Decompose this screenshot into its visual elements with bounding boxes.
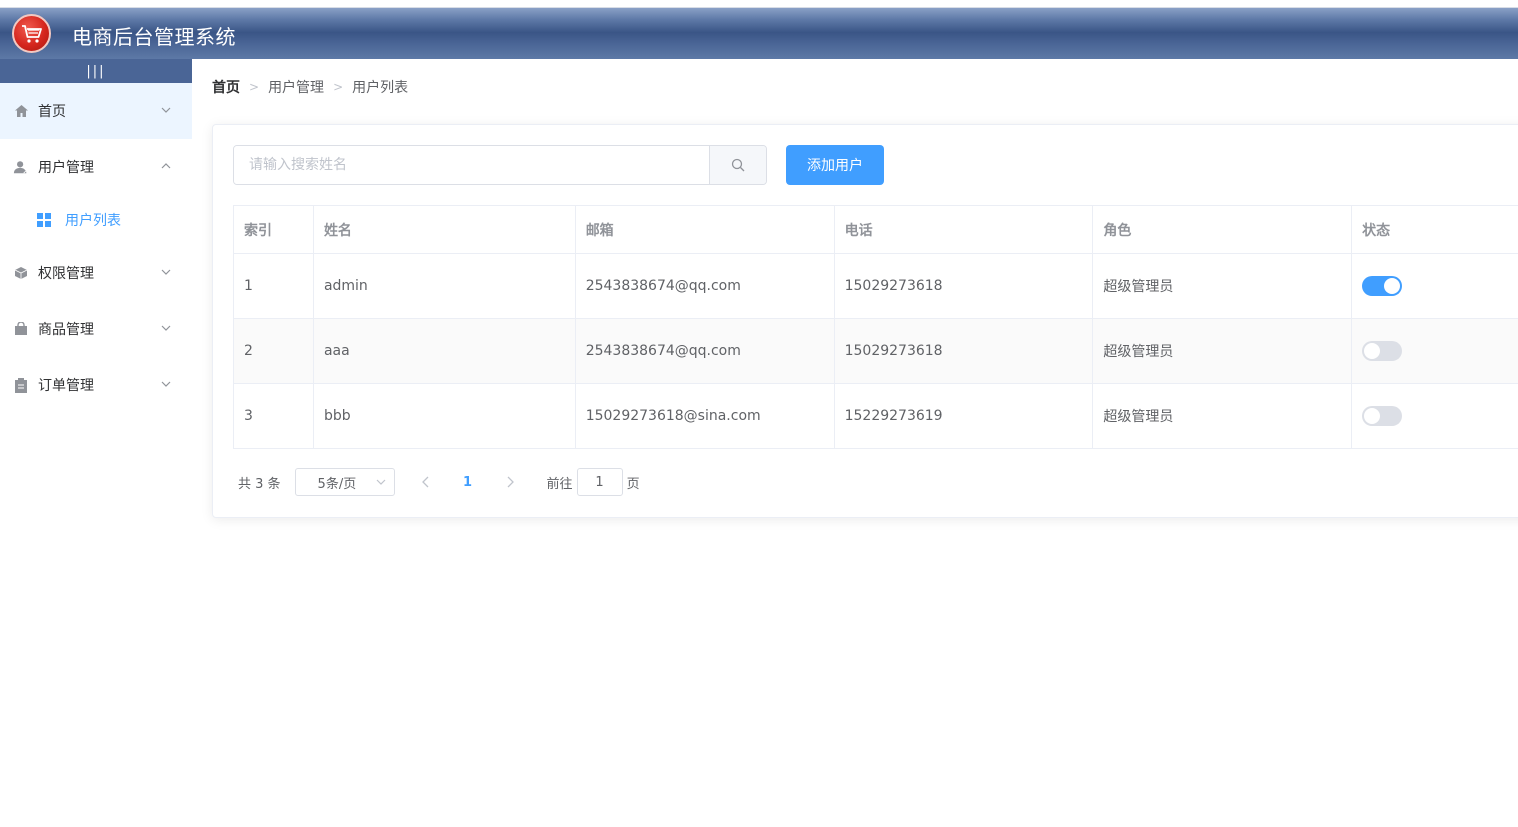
status-switch[interactable] xyxy=(1362,341,1403,361)
chevron-down-icon xyxy=(161,325,171,331)
chevron-right-icon: > xyxy=(249,80,260,94)
cell-email: 15029273618@sina.com xyxy=(574,383,835,449)
box-icon xyxy=(13,265,29,281)
table-row: 2 aaa 2543838674@qq.com 15029273618 超级管理… xyxy=(233,318,1518,384)
column-header-name: 姓名 xyxy=(312,205,576,254)
sidebar-item-permissions[interactable]: 权限管理 xyxy=(0,245,192,301)
add-user-button[interactable]: 添加用户 xyxy=(786,145,884,185)
page-number-current[interactable]: 1 xyxy=(453,475,483,490)
status-switch[interactable] xyxy=(1362,406,1403,426)
cell-index: 1 xyxy=(233,253,314,319)
sidebar-item-label: 用户管理 xyxy=(38,160,94,176)
sidebar-item-products[interactable]: 商品管理 xyxy=(0,301,192,357)
switch-knob xyxy=(1384,278,1401,294)
cell-role: 超级管理员 xyxy=(1092,383,1353,449)
cell-name: admin xyxy=(312,253,576,319)
pagination: 共 3 条 5条/页 1 前往 页 xyxy=(238,468,640,496)
goto-prefix: 前往 xyxy=(546,476,573,492)
cell-phone: 15029273618 xyxy=(833,253,1094,319)
sidebar-item-label: 订单管理 xyxy=(38,378,94,394)
chevron-down-icon xyxy=(376,479,385,485)
chevron-right-icon xyxy=(507,476,514,488)
cell-name: bbb xyxy=(312,383,576,449)
chevron-up-icon xyxy=(161,163,171,169)
status-switch[interactable] xyxy=(1362,276,1403,296)
grid-icon xyxy=(37,213,51,227)
sidebar-item-users[interactable]: 用户管理 xyxy=(0,139,192,195)
bag-icon xyxy=(13,321,29,337)
column-header-role: 角色 xyxy=(1092,205,1353,254)
cell-status xyxy=(1351,318,1518,384)
column-header-email: 邮箱 xyxy=(574,205,835,254)
cell-role: 超级管理员 xyxy=(1092,318,1353,384)
switch-knob xyxy=(1364,343,1381,359)
search-group xyxy=(233,145,767,185)
cell-index: 2 xyxy=(233,318,314,384)
shopping-cart-icon xyxy=(12,14,51,53)
sidebar-item-label: 权限管理 xyxy=(38,266,94,282)
goto-page-input[interactable] xyxy=(576,468,623,496)
window-top-strip xyxy=(0,0,1518,8)
clipboard-icon xyxy=(13,377,29,393)
chevron-right-icon: > xyxy=(333,80,344,94)
user-table: 索引 姓名 邮箱 电话 角色 状态 1 admin 2543838674@qq.… xyxy=(233,205,1518,449)
chevron-down-icon xyxy=(161,107,171,113)
cell-name: aaa xyxy=(312,318,576,384)
app-title: 电商后台管理系统 xyxy=(72,25,236,49)
cell-status xyxy=(1351,253,1518,319)
goto-page: 前往 页 xyxy=(547,468,640,496)
page-size-value: 5条/页 xyxy=(317,476,357,492)
column-header-index: 索引 xyxy=(233,205,314,254)
sidebar-subitem-user-list[interactable]: 用户列表 xyxy=(0,195,192,245)
app-header: 电商后台管理系统 xyxy=(0,8,1518,59)
prev-page-button[interactable] xyxy=(411,468,441,496)
cell-email: 2543838674@qq.com xyxy=(574,253,835,319)
sidebar-subitem-label: 用户列表 xyxy=(65,213,121,229)
cell-phone: 15029273618 xyxy=(833,318,1094,384)
search-icon xyxy=(731,158,745,172)
cell-index: 3 xyxy=(233,383,314,449)
user-icon xyxy=(13,159,29,175)
table-row: 1 admin 2543838674@qq.com 15029273618 超级… xyxy=(233,253,1518,319)
chevron-left-icon xyxy=(421,476,429,488)
sidebar: ||| 首页 用户管理 用户列表 权限管理 商品管理 订单管理 xyxy=(0,59,192,827)
search-input[interactable] xyxy=(234,146,709,184)
page-size-select[interactable]: 5条/页 xyxy=(294,468,395,496)
table-header-row: 索引 姓名 邮箱 电话 角色 状态 xyxy=(233,205,1518,254)
user-list-card: 添加用户 索引 姓名 邮箱 电话 角色 状态 1 admin 254383867… xyxy=(212,124,1518,518)
switch-knob xyxy=(1364,408,1381,424)
home-icon xyxy=(13,103,29,119)
table-row: 3 bbb 15029273618@sina.com 15229273619 超… xyxy=(233,383,1518,449)
pagination-total: 共 3 条 xyxy=(238,476,281,492)
cell-phone: 15229273619 xyxy=(833,383,1094,449)
next-page-button[interactable] xyxy=(495,468,525,496)
breadcrumb-item-users: 用户管理 xyxy=(268,80,325,96)
search-button[interactable] xyxy=(709,146,766,184)
cell-role: 超级管理员 xyxy=(1092,253,1353,319)
sidebar-item-label: 商品管理 xyxy=(38,322,94,338)
sidebar-item-orders[interactable]: 订单管理 xyxy=(0,357,192,413)
sidebar-toggle-button[interactable]: ||| xyxy=(0,59,192,83)
sidebar-item-home[interactable]: 首页 xyxy=(0,83,192,139)
cell-status xyxy=(1351,383,1518,449)
breadcrumb: 首页 > 用户管理 > 用户列表 xyxy=(212,77,408,97)
goto-suffix: 页 xyxy=(626,476,640,492)
chevron-down-icon xyxy=(161,381,171,387)
column-header-status: 状态 xyxy=(1351,205,1518,254)
chevron-down-icon xyxy=(161,269,171,275)
column-header-phone: 电话 xyxy=(833,205,1094,254)
cell-email: 2543838674@qq.com xyxy=(574,318,835,384)
sidebar-item-label: 首页 xyxy=(38,104,66,120)
breadcrumb-item-user-list: 用户列表 xyxy=(352,80,409,96)
breadcrumb-item-home[interactable]: 首页 xyxy=(212,77,240,97)
